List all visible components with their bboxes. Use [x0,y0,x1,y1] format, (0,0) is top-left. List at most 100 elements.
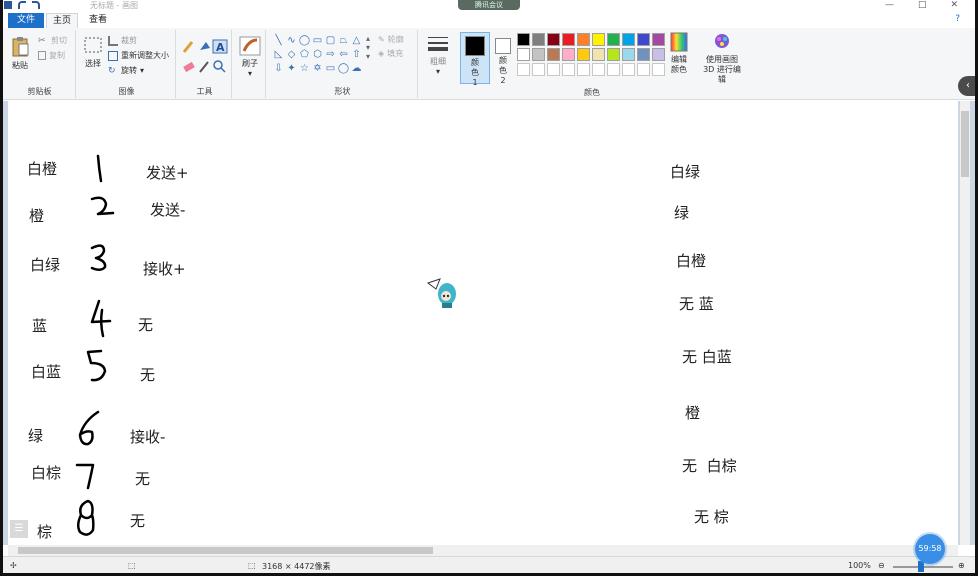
palette-swatch[interactable] [637,33,650,46]
canvas-size-icon: ⬚ [248,561,256,570]
horizontal-scroll-thumb[interactable] [18,547,433,554]
rounded-rect-shape-icon[interactable]: ▢ [324,34,337,48]
palette-swatch[interactable] [607,48,620,61]
paste-button[interactable]: 粘贴 [8,36,32,71]
fill-button[interactable]: ◈ 填充 [378,48,403,59]
save-icon[interactable] [4,1,12,9]
palette-swatch[interactable] [532,33,545,46]
pencil-icon[interactable] [182,41,194,53]
eraser-icon[interactable] [183,61,195,73]
line-size-icon [428,37,448,51]
zoom-in-button[interactable]: ⊕ [958,561,965,570]
menu-lines-icon[interactable]: ☰ [10,520,28,538]
palette-swatch[interactable] [577,33,590,46]
callout-rect-shape-icon[interactable]: ▭ [324,62,337,76]
left-arrow-shape-icon[interactable]: ⇦ [337,48,350,62]
digit-5 [86,349,107,382]
magnifier-icon[interactable] [213,60,226,73]
shapes-gallery[interactable]: ╲ ∿ ◯ ▭ ▢ ⏢ △ ◺ ◇ ⬠ ⬡ ⇨ ⇦ ⇧ ⇩ ✦ ☆ ✡ ▭ ◯ [272,34,363,76]
palette-swatch[interactable] [577,48,590,61]
rectangle-shape-icon[interactable]: ▭ [311,34,324,48]
tab-home[interactable]: 主页 [46,13,78,28]
meeting-timer[interactable]: 59:58 [915,534,945,564]
horizontal-scrollbar[interactable] [8,545,958,556]
palette-swatch[interactable] [532,48,545,61]
outline-icon: ✎ [378,35,385,44]
tab-view[interactable]: 查看 [82,13,114,28]
five-star-shape-icon[interactable]: ☆ [298,62,311,76]
palette-swatch[interactable] [622,48,635,61]
color2-swatch [495,38,511,54]
four-star-shape-icon[interactable]: ✦ [285,62,298,76]
palette-swatch[interactable] [637,48,650,61]
palette-swatch[interactable] [517,33,530,46]
copy-button[interactable]: 复制 [38,50,65,61]
palette-swatch[interactable] [652,48,665,61]
workspace: 白橙 橙 白绿 蓝 白蓝 绿 白棕 棕 发送+ 发送- 接收+ 无 无 接收- … [0,101,978,545]
cloud-shape-icon[interactable]: ☁ [350,62,363,76]
six-star-shape-icon[interactable]: ✡ [311,62,324,76]
right-triangle-shape-icon[interactable]: ◺ [272,48,285,62]
line-shape-icon[interactable]: ╲ [272,34,285,48]
callout-oval-shape-icon[interactable]: ◯ [337,62,350,76]
drawing-canvas[interactable]: 白橙 橙 白绿 蓝 白蓝 绿 白棕 棕 发送+ 发送- 接收+ 无 无 接收- … [8,101,958,545]
curve-shape-icon[interactable]: ∿ [285,34,298,48]
palette-swatch[interactable] [547,33,560,46]
polygon-shape-icon[interactable]: ⏢ [337,34,350,48]
meeting-indicator[interactable]: 腾讯会议 [458,0,520,10]
right-arrow-shape-icon[interactable]: ⇨ [324,48,337,62]
palette-swatch[interactable] [592,48,605,61]
clipboard-group: 粘贴 ✂ 剪切 复制 剪贴板 [4,30,76,98]
color1-label: 颜色 1 [471,58,479,87]
palette-swatch[interactable] [562,33,575,46]
custom-color-slots [517,63,667,76]
up-arrow-shape-icon[interactable]: ⇧ [350,48,363,62]
color-picker-icon[interactable] [199,61,209,73]
left-signal-4: 无 [138,316,154,334]
color-wheel-icon [670,32,688,52]
palette-swatch[interactable] [607,33,620,46]
diamond-shape-icon[interactable]: ◇ [285,48,298,62]
palette-swatch[interactable] [652,33,665,46]
palette-swatch[interactable] [517,48,530,61]
outline-button[interactable]: ✎ 轮廓 [378,34,404,45]
help-icon[interactable]: ? [955,14,960,24]
color-palette[interactable] [517,33,667,63]
down-arrow-shape-icon[interactable]: ⇩ [272,62,285,76]
brush-button[interactable]: 刷子 ▾ [237,36,263,79]
vertical-scroll-thumb[interactable] [961,111,969,177]
collapse-panel-button[interactable]: ‹ [958,76,978,96]
text-icon[interactable]: A [212,39,228,54]
edit-colors-button[interactable]: 编辑颜色 [668,32,690,75]
gallery-more-icon[interactable]: ▴ ▾ ▾ [366,34,370,61]
size-button[interactable]: 粗细 ▾ [424,34,452,77]
triangle-shape-icon[interactable]: △ [350,34,363,48]
palette-swatch[interactable] [592,33,605,46]
zoom-out-button[interactable]: ⊖ [878,561,885,570]
digit-6 [78,410,100,446]
cut-button[interactable]: ✂ 剪切 [38,35,67,46]
palette-swatch[interactable] [547,48,560,61]
vertical-scrollbar[interactable] [960,101,970,545]
hexagon-shape-icon[interactable]: ⬡ [311,48,324,62]
crop-button[interactable]: 裁剪 [108,35,137,46]
color2-button[interactable]: 颜色 2 [492,32,514,85]
oval-shape-icon[interactable]: ◯ [298,34,311,48]
palette-swatch[interactable] [622,33,635,46]
pentagon-shape-icon[interactable]: ⬠ [298,48,311,62]
palette-swatch[interactable] [562,48,575,61]
redo-icon[interactable] [32,1,40,9]
select-button[interactable]: 选择 [82,36,104,69]
tab-file[interactable]: 文件 [8,13,44,28]
minimize-button[interactable]: — [885,0,894,10]
color1-button[interactable]: 颜色 1 [460,32,490,87]
close-button[interactable]: ✕ [950,0,958,10]
fill-icon[interactable] [200,42,210,50]
chevron-down-icon: ▾ [140,66,145,75]
resize-button[interactable]: 重新调整大小 [108,50,169,61]
undo-icon[interactable] [18,1,26,9]
maximize-button[interactable]: □ [918,0,927,10]
right-color-1: 白绿 [670,163,701,181]
paint3d-button[interactable]: 使用画图 3D 进行编辑 [700,32,744,85]
rotate-button[interactable]: ↻ 旋转 ▾ [108,65,144,76]
